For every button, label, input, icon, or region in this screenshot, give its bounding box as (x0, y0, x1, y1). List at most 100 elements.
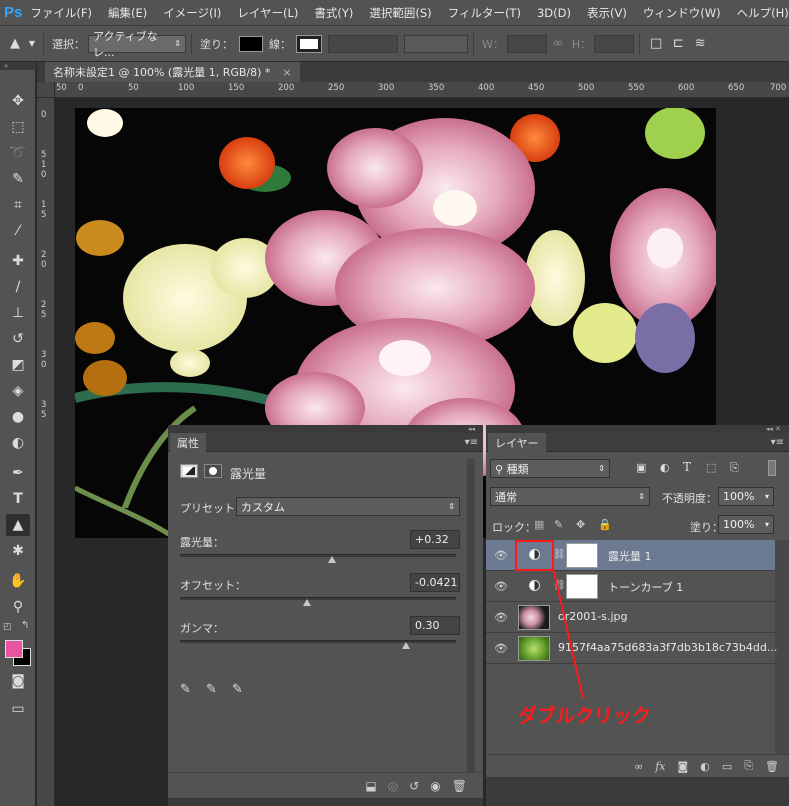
blend-mode-dropdown[interactable]: 通常 ⇕ (490, 487, 650, 506)
new-adjustment-layer-icon[interactable]: ◐ (700, 760, 710, 773)
toggle-visibility-icon[interactable]: ◉ (430, 779, 440, 793)
panel-menu-icon[interactable]: ▾≡ (465, 437, 478, 448)
fill-field[interactable]: 100% ▾ (718, 515, 774, 534)
preset-dropdown[interactable]: カスタム ⇕ (236, 497, 460, 516)
visibility-eye-icon[interactable]: 👁 (494, 642, 508, 655)
offset-input[interactable]: -0.0421 (410, 573, 460, 592)
hand-tool-icon[interactable]: ✋ (6, 570, 30, 592)
healing-brush-tool-icon[interactable]: ✚ (6, 250, 30, 272)
filter-adjustment-icon[interactable]: ◐ (660, 461, 670, 474)
mask-link-icon[interactable]: ⛓ (553, 549, 566, 560)
stroke-width-field[interactable] (328, 34, 398, 53)
stroke-type-dropdown[interactable] (404, 34, 468, 53)
layer-row-background-image[interactable]: 👁 9157f4aa75d683a3f7db3b18c73b4dd... (486, 633, 777, 664)
gamma-slider-thumb[interactable] (402, 642, 411, 649)
filter-toggle[interactable] (768, 460, 776, 476)
fill-color-swatch[interactable] (239, 35, 263, 52)
path-arrangement-icon[interactable]: ≋ (689, 36, 711, 51)
document-tab[interactable]: 名称未設定1 @ 100% (露光量 1, RGB/8) * × (45, 62, 300, 82)
offset-slider-thumb[interactable] (302, 599, 311, 606)
layer-mask-thumbnail[interactable] (566, 543, 598, 568)
eyedropper-tool-icon[interactable]: ⁄ (6, 220, 30, 242)
layer-name[interactable]: トーンカーブ 1 (608, 579, 683, 595)
path-alignment-icon[interactable]: ⊏ (667, 36, 689, 51)
filter-shape-icon[interactable]: ⬚ (706, 461, 716, 474)
menu-type[interactable]: 書式(Y) (306, 5, 361, 21)
mask-link-icon[interactable]: ⛓ (553, 580, 566, 591)
menu-layer[interactable]: レイヤー(L) (229, 5, 306, 21)
menu-select[interactable]: 選択範囲(S) (361, 5, 439, 21)
opacity-field[interactable]: 100% ▾ (718, 487, 774, 506)
gray-point-eyedropper-icon[interactable]: ✎ (206, 682, 217, 697)
quick-mask-icon[interactable]: ◙ (6, 670, 30, 692)
layer-row-exposure[interactable]: 👁 ⛓ 露光量 1 (486, 540, 775, 571)
mask-icon[interactable] (204, 464, 222, 478)
lock-transparent-icon[interactable]: ▦ (534, 518, 544, 531)
swap-colors-icon[interactable]: ↰ (21, 620, 29, 631)
toolbar-collapse-icon[interactable]: » (0, 62, 36, 70)
layers-tab[interactable]: レイヤー (488, 433, 546, 452)
layer-row-curves[interactable]: 👁 ⛓ トーンカーブ 1 (486, 571, 775, 602)
marquee-tool-icon[interactable]: ⬚ (6, 116, 30, 138)
menu-3d[interactable]: 3D(D) (529, 6, 579, 20)
properties-tab[interactable]: 属性 (170, 433, 206, 452)
menu-window[interactable]: ウィンドウ(W) (635, 5, 729, 21)
layer-mask-thumbnail[interactable] (566, 574, 598, 599)
height-field[interactable] (594, 34, 635, 53)
clip-to-layer-icon[interactable]: ⬓ (365, 779, 376, 793)
reset-adjustment-icon[interactable]: ↺ (409, 779, 419, 793)
layer-row-photo[interactable]: 👁 or2001-s.jpg (486, 602, 775, 633)
visibility-eye-icon[interactable]: 👁 (494, 580, 508, 593)
delete-layer-icon[interactable]: 🗑 (452, 779, 467, 793)
tool-preset-dropdown-icon[interactable]: ▼ (26, 39, 38, 48)
foreground-color-swatch[interactable] (5, 640, 23, 658)
link-icon[interactable]: ∞ (547, 36, 569, 51)
layer-name[interactable]: 露光量 1 (608, 548, 652, 564)
view-previous-state-icon[interactable]: ◎ (388, 779, 398, 793)
layer-thumbnail[interactable] (518, 605, 550, 630)
move-tool-icon[interactable]: ✥ (6, 90, 30, 112)
properties-scrollbar[interactable] (467, 459, 475, 772)
lock-image-icon[interactable]: ✎ (554, 518, 563, 531)
layers-panel-grip[interactable]: ◂◂ ✕ (486, 425, 789, 433)
horizontal-ruler[interactable]: 50 0 50 100 150 200 250 300 350 400 450 … (55, 82, 789, 98)
stroke-color-swatch[interactable] (296, 34, 322, 53)
properties-panel-grip[interactable]: ◂◂ (168, 425, 483, 433)
exposure-slider-track[interactable] (180, 554, 456, 557)
visibility-eye-icon[interactable]: 👁 (494, 549, 508, 562)
default-colors-icon[interactable]: ◰ (3, 622, 12, 632)
screen-mode-icon[interactable]: ▭ (6, 698, 30, 720)
shape-tool-icon[interactable]: ✱ (6, 540, 30, 562)
path-operations-icon[interactable]: □ (645, 36, 667, 51)
gamma-input[interactable]: 0.30 (410, 616, 460, 635)
paint-bucket-tool-icon[interactable]: ◈ (6, 380, 30, 402)
filter-smart-object-icon[interactable]: ⎘ (730, 461, 739, 475)
gamma-slider-track[interactable] (180, 640, 456, 643)
lasso-tool-icon[interactable]: ➰ (6, 142, 30, 164)
visibility-eye-icon[interactable]: 👁 (494, 611, 508, 624)
delete-layer-icon[interactable]: 🗑 (765, 760, 779, 773)
menu-filter[interactable]: フィルター(T) (440, 5, 529, 21)
panel-menu-icon[interactable]: ▾≡ (771, 437, 784, 448)
layer-filter-dropdown[interactable]: ⚲ 種類 ⇕ (490, 459, 610, 478)
zoom-tool-icon[interactable]: ⚲ (6, 596, 30, 618)
select-mode-dropdown[interactable]: アクティブなレ... ⇕ (88, 30, 186, 59)
type-tool-icon[interactable]: T (6, 488, 30, 510)
layer-name[interactable]: or2001-s.jpg (558, 610, 627, 623)
blur-tool-icon[interactable]: ● (6, 406, 30, 428)
new-layer-icon[interactable]: ⎘ (744, 759, 753, 773)
ruler-origin[interactable] (37, 82, 55, 98)
eraser-tool-icon[interactable]: ◩ (6, 354, 30, 376)
layer-thumbnail[interactable] (518, 636, 550, 661)
white-point-eyedropper-icon[interactable]: ✎ (232, 682, 243, 697)
history-brush-tool-icon[interactable]: ↺ (6, 328, 30, 350)
path-select-tool-icon[interactable]: ▲ (4, 36, 26, 51)
brush-tool-icon[interactable]: ∕ (6, 276, 30, 298)
pen-tool-icon[interactable]: ✒ (6, 462, 30, 484)
close-icon[interactable]: × (282, 66, 291, 79)
filter-type-icon[interactable]: T (683, 460, 691, 474)
properties-bottom-grip[interactable] (168, 798, 483, 806)
lock-position-icon[interactable]: ✥ (576, 518, 585, 531)
crop-tool-icon[interactable]: ⌗ (6, 194, 30, 216)
menu-image[interactable]: イメージ(I) (155, 5, 229, 21)
